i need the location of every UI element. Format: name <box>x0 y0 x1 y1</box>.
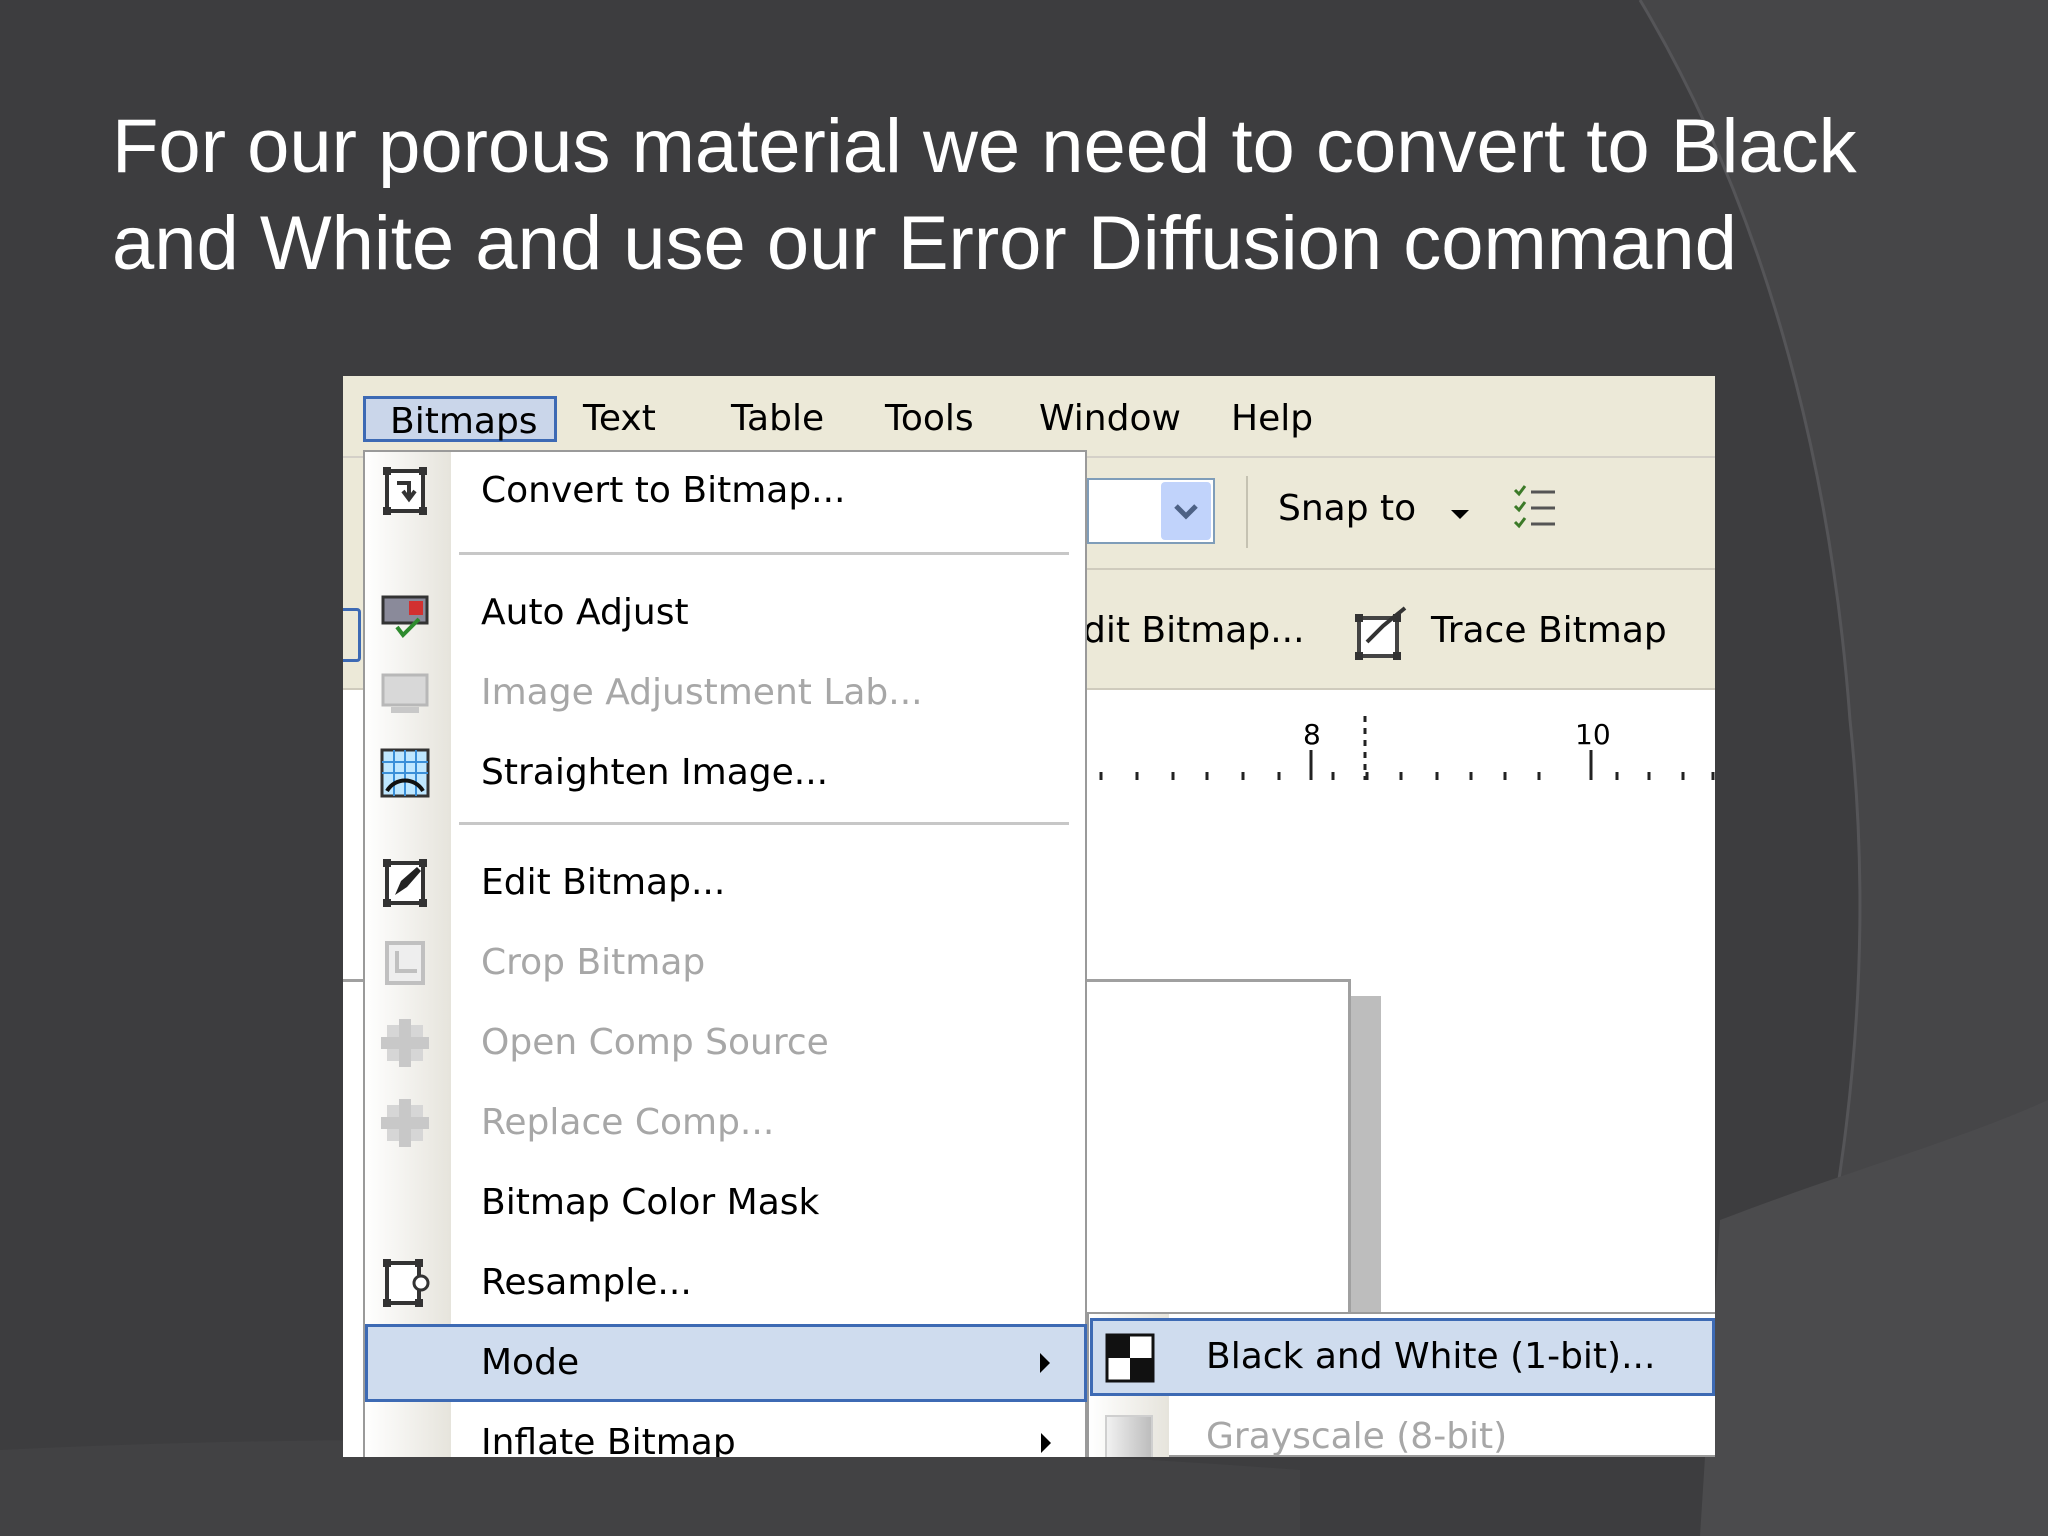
image-adjustment-icon <box>381 673 429 713</box>
menu-item-crop-bitmap: Crop Bitmap <box>365 924 1085 1002</box>
resample-icon <box>383 1259 430 1307</box>
menu-separator <box>459 552 1069 555</box>
submenu-arrow-icon <box>1041 1433 1051 1453</box>
bitmaps-menu: Convert to Bitmap... Auto Adjust Image A… <box>363 450 1087 1457</box>
menu-item-straighten-image[interactable]: Straighten Image... <box>365 734 1085 812</box>
ruler-label-8: 8 <box>1303 718 1321 751</box>
replace-comp-icon <box>381 1099 429 1147</box>
snap-dropdown-arrow-icon[interactable] <box>1451 510 1469 519</box>
menu-item-label: Mode <box>481 1342 580 1383</box>
menu-item-label: Crop Bitmap <box>481 942 706 983</box>
trace-bitmap-icon[interactable] <box>1353 604 1411 662</box>
submenu-item-label: Black and White (1-bit)... <box>1206 1336 1656 1377</box>
menu-item-label: Open Comp Source <box>481 1022 829 1063</box>
black-white-icon <box>1105 1333 1155 1383</box>
submenu-arrow-icon <box>1040 1353 1050 1373</box>
snap-options-icon[interactable] <box>1511 482 1559 538</box>
application-screenshot: Bitmaps Text Table Tools Window Help Sna… <box>343 376 1715 1457</box>
auto-adjust-icon <box>381 595 429 639</box>
menu-item-label: Edit Bitmap... <box>481 862 726 903</box>
submenu-item-grayscale: Grayscale (8-bit) <box>1090 1398 1715 1457</box>
ruler-ticks <box>1099 716 1715 780</box>
menu-item-mode[interactable]: Mode <box>365 1324 1087 1402</box>
menu-table[interactable]: Table <box>723 396 832 442</box>
submenu-item-label: Grayscale (8-bit) <box>1206 1416 1508 1457</box>
crop-bitmap-icon <box>385 941 425 985</box>
toolbar-partial-button[interactable] <box>343 608 361 662</box>
menu-item-label: Auto Adjust <box>481 592 689 633</box>
menu-item-resample[interactable]: Resample... <box>365 1244 1085 1322</box>
convert-bitmap-icon <box>383 467 427 515</box>
menu-bitmaps[interactable]: Bitmaps <box>363 396 557 442</box>
menu-help[interactable]: Help <box>1223 396 1321 442</box>
menu-item-replace-comp: Replace Comp... <box>365 1084 1085 1162</box>
menu-item-label: Replace Comp... <box>481 1102 775 1143</box>
snap-to-button[interactable]: Snap to <box>1278 488 1416 529</box>
menu-tools[interactable]: Tools <box>877 396 982 442</box>
menu-item-label: Image Adjustment Lab... <box>481 672 923 713</box>
submenu-item-black-and-white[interactable]: Black and White (1-bit)... <box>1090 1318 1715 1396</box>
menu-item-label: Straighten Image... <box>481 752 829 793</box>
menu-item-convert-to-bitmap[interactable]: Convert to Bitmap... <box>365 452 1085 530</box>
menu-item-bitmap-color-mask[interactable]: Bitmap Color Mask <box>365 1164 1085 1242</box>
menu-item-auto-adjust[interactable]: Auto Adjust <box>365 574 1085 652</box>
menu-text[interactable]: Text <box>575 396 664 442</box>
open-comp-icon <box>381 1019 429 1067</box>
edit-bitmap-icon <box>383 859 427 907</box>
menu-item-image-adjustment-lab: Image Adjustment Lab... <box>365 654 1085 732</box>
menu-item-inflate-bitmap[interactable]: Inflate Bitmap <box>365 1404 1085 1457</box>
chevron-down-icon[interactable] <box>1161 482 1211 540</box>
menu-window[interactable]: Window <box>1031 396 1189 442</box>
dropdown-combo[interactable] <box>1087 478 1215 544</box>
menu-item-label: Inflate Bitmap <box>481 1422 736 1457</box>
grayscale-icon <box>1105 1415 1153 1457</box>
menu-item-edit-bitmap[interactable]: Edit Bitmap... <box>365 844 1085 922</box>
menu-item-label: Bitmap Color Mask <box>481 1182 820 1223</box>
menu-separator <box>459 822 1069 825</box>
menu-item-label: Convert to Bitmap... <box>481 470 846 511</box>
ruler-label-10: 10 <box>1575 718 1611 751</box>
menu-item-label: Resample... <box>481 1262 692 1303</box>
menu-item-open-comp-source: Open Comp Source <box>365 1004 1085 1082</box>
toolbar-separator <box>1246 476 1248 548</box>
slide-title: For our porous material we need to conve… <box>112 104 1857 286</box>
edit-bitmap-toolbar-button[interactable]: dit Bitmap... <box>1083 610 1305 651</box>
straighten-image-icon <box>380 748 430 798</box>
trace-bitmap-button[interactable]: Trace Bitmap <box>1431 610 1667 651</box>
